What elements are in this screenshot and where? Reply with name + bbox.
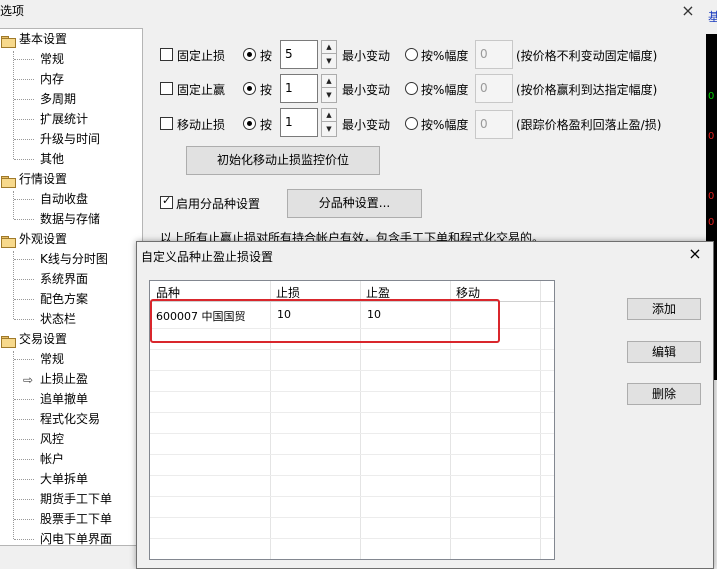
tree-item-status-bar[interactable]: 状态栏 bbox=[40, 309, 76, 329]
trailing-stop-value[interactable]: 1 bbox=[280, 108, 318, 137]
spin-down-icon[interactable]: ▼ bbox=[322, 89, 336, 102]
fixed-stop-loss-by-tick-radio[interactable] bbox=[243, 48, 256, 61]
fixed-stop-loss-label: 固定止损 bbox=[177, 49, 226, 63]
tree-category-basic[interactable]: 基本设置 bbox=[1, 29, 67, 49]
tree-item-other[interactable]: 其他 bbox=[40, 149, 64, 169]
min-tick-label: 最小变动 bbox=[342, 83, 391, 97]
tree-item-chase-cancel[interactable]: 追单撤单 bbox=[40, 389, 88, 409]
tree-item-trading-general[interactable]: 常规 bbox=[40, 349, 64, 369]
tree-item-futures-manual[interactable]: 期货手工下单 bbox=[40, 489, 112, 509]
tree-category-trading[interactable]: 交易设置 bbox=[1, 329, 67, 349]
fixed-take-profit-label: 固定止赢 bbox=[177, 83, 226, 97]
fixed-take-profit-checkbox[interactable] bbox=[160, 82, 173, 95]
settings-tree: 基本设置 常规 内存 多周期 扩展统计 升级与时间 其他 行情设置 自动收盘 数… bbox=[0, 28, 143, 546]
folder-icon bbox=[1, 35, 16, 48]
tree-item-color-scheme[interactable]: 配色方案 bbox=[40, 289, 88, 309]
dialog-close-icon[interactable]: × bbox=[687, 246, 703, 262]
init-trailing-monitor-button[interactable]: 初始化移动止损监控价位 bbox=[186, 146, 380, 175]
spin-up-icon[interactable]: ▲ bbox=[322, 109, 336, 122]
spin-up-icon[interactable]: ▲ bbox=[322, 75, 336, 88]
fixed-stop-loss-hint: (按价格不利变动固定幅度) bbox=[516, 49, 658, 63]
folder-icon bbox=[1, 175, 16, 188]
per-product-checkbox[interactable] bbox=[160, 194, 173, 209]
tree-item-big-order-split[interactable]: 大单拆单 bbox=[40, 469, 88, 489]
fixed-take-profit-hint: (按价格赢利到达指定幅度) bbox=[516, 83, 658, 97]
tree-item-algo-trading[interactable]: 程式化交易 bbox=[40, 409, 100, 429]
fixed-take-profit-value[interactable]: 1 bbox=[280, 74, 318, 103]
tree-item-stop-loss-profit[interactable]: 止损止盈 bbox=[40, 369, 88, 389]
fixed-take-profit-by-pct-radio[interactable] bbox=[405, 82, 418, 95]
trailing-stop-checkbox[interactable] bbox=[160, 117, 173, 130]
fixed-stop-loss-value[interactable]: 5 bbox=[280, 40, 318, 69]
by-pct-label: 按%幅度 bbox=[421, 118, 469, 132]
edit-button[interactable]: 编辑 bbox=[627, 341, 701, 363]
tree-item-kline-timeshare[interactable]: K线与分时图 bbox=[40, 249, 108, 269]
fixed-stop-loss-spinner[interactable]: ▲ ▼ bbox=[321, 40, 337, 69]
tree-category-appearance[interactable]: 外观设置 bbox=[1, 229, 67, 249]
trailing-stop-label: 移动止损 bbox=[177, 118, 226, 132]
tree-item-memory[interactable]: 内存 bbox=[40, 69, 64, 89]
delete-button[interactable]: 删除 bbox=[627, 383, 701, 405]
close-icon[interactable]: × bbox=[680, 3, 696, 19]
trailing-stop-hint: (跟踪价格盈利回落止盈/损) bbox=[516, 118, 662, 132]
per-product-settings-button[interactable]: 分品种设置... bbox=[287, 189, 422, 218]
fixed-take-profit-by-tick-radio[interactable] bbox=[243, 82, 256, 95]
fixed-take-profit-pct-value[interactable]: 0 bbox=[475, 74, 513, 103]
tree-item-multi-period[interactable]: 多周期 bbox=[40, 89, 76, 109]
tree-item-general[interactable]: 常规 bbox=[40, 49, 64, 69]
by-tick-label: 按 bbox=[260, 118, 273, 132]
by-tick-label: 按 bbox=[260, 49, 273, 63]
custom-stop-dialog: 自定义品种止盈止损设置 × 品种 止损 止盈 移动 600007 中国国贸 10… bbox=[136, 241, 714, 569]
fixed-stop-loss-checkbox[interactable] bbox=[160, 48, 173, 61]
trailing-stop-spinner[interactable]: ▲ ▼ bbox=[321, 108, 337, 137]
tree-item-account[interactable]: 帐户 bbox=[40, 449, 64, 469]
trailing-stop-by-pct-radio[interactable] bbox=[405, 117, 418, 130]
window-title: 选项 bbox=[0, 4, 25, 18]
by-tick-label: 按 bbox=[260, 83, 273, 97]
tree-item-upgrade-time[interactable]: 升级与时间 bbox=[40, 129, 100, 149]
spin-down-icon[interactable]: ▼ bbox=[322, 123, 336, 136]
tree-item-data-storage[interactable]: 数据与存储 bbox=[40, 209, 100, 229]
by-pct-label: 按%幅度 bbox=[421, 83, 469, 97]
folder-icon bbox=[1, 335, 16, 348]
add-button[interactable]: 添加 bbox=[627, 298, 701, 320]
dialog-title: 自定义品种止盈止损设置 bbox=[141, 250, 274, 264]
highlight-box bbox=[150, 299, 500, 343]
spin-down-icon[interactable]: ▼ bbox=[322, 55, 336, 68]
folder-icon bbox=[1, 235, 16, 248]
tree-item-system-ui[interactable]: 系统界面 bbox=[40, 269, 88, 289]
current-arrow-icon: ⇨ bbox=[23, 373, 34, 387]
tree-item-ext-stats[interactable]: 扩展统计 bbox=[40, 109, 88, 129]
fixed-stop-loss-by-pct-radio[interactable] bbox=[405, 48, 418, 61]
tree-item-risk-control[interactable]: 风控 bbox=[40, 429, 64, 449]
tree-item-auto-close[interactable]: 自动收盘 bbox=[40, 189, 88, 209]
tree-item-flash-order-ui[interactable]: 闪电下单界面 bbox=[40, 529, 112, 549]
by-pct-label: 按%幅度 bbox=[421, 49, 469, 63]
min-tick-label: 最小变动 bbox=[342, 118, 391, 132]
fixed-stop-loss-pct-value[interactable]: 0 bbox=[475, 40, 513, 69]
min-tick-label: 最小变动 bbox=[342, 49, 391, 63]
tree-category-quotes[interactable]: 行情设置 bbox=[1, 169, 67, 189]
fixed-take-profit-spinner[interactable]: ▲ ▼ bbox=[321, 74, 337, 103]
trailing-stop-by-tick-radio[interactable] bbox=[243, 117, 256, 130]
background-tab: 基 bbox=[708, 10, 717, 24]
trailing-stop-pct-value[interactable]: 0 bbox=[475, 110, 513, 139]
per-product-label: 启用分品种设置 bbox=[176, 197, 261, 211]
spin-up-icon[interactable]: ▲ bbox=[322, 41, 336, 54]
tree-item-stock-manual[interactable]: 股票手工下单 bbox=[40, 509, 112, 529]
